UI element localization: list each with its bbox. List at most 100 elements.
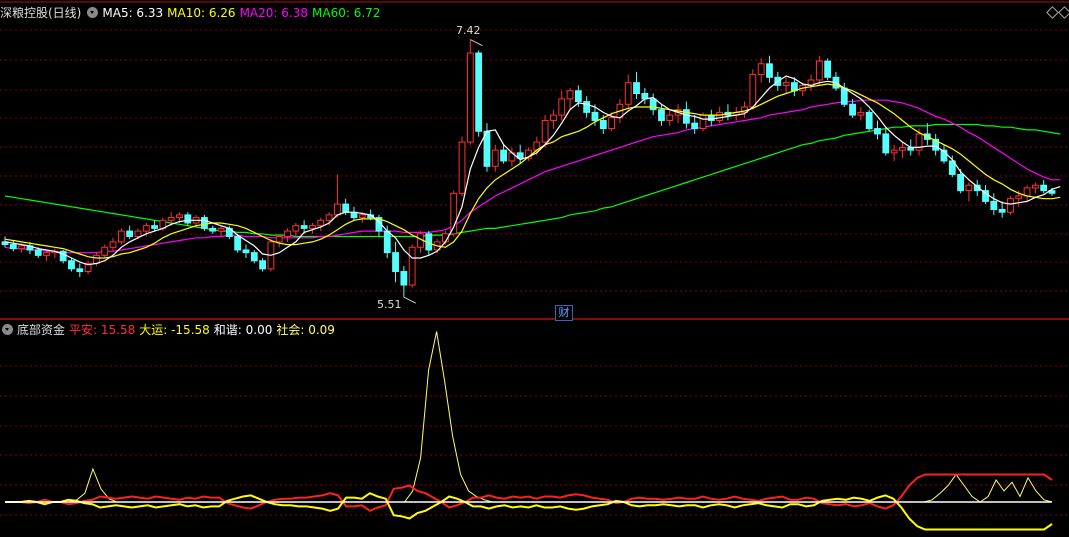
candle-body [309,225,316,229]
stock-title: 深粮控股(日线) [0,6,82,20]
candlesticks [1,39,1056,298]
candlestick [184,212,192,226]
candle-body [325,214,333,221]
candlestick [832,71,840,91]
candlestick [292,222,300,237]
indicator-lines [5,331,1053,531]
candle-body [201,217,208,229]
candle-body [599,119,607,130]
candlestick [566,88,574,110]
candle-body [865,111,873,130]
candle-body [76,268,84,273]
candle-body [142,225,150,232]
candle-body [458,141,466,194]
indicator-title: 底部资金 [17,323,66,337]
candlestick [417,231,424,253]
candle-body [342,203,350,213]
indicator-menu-icon[interactable] [2,324,13,335]
low-price-label: 5.51 [377,298,402,311]
candle-body [583,101,591,113]
ma10-series-line [4,83,1061,259]
candlestick [109,237,117,252]
candle-body [624,82,632,105]
candle-body [874,128,881,135]
candle-body [491,149,499,167]
indicator-menu-icon[interactable] [87,7,99,18]
candlestick [333,174,341,218]
candle-body [849,103,856,116]
candle-body [242,249,250,254]
candlestick [749,69,757,110]
candle-body [840,87,848,105]
chart-canvas [0,1,1069,531]
candlestick [666,109,674,126]
candle-body [259,260,267,270]
candle-body [957,173,965,192]
candle-body [101,246,109,256]
candle-body [466,52,474,143]
candle-body [899,146,906,151]
high-price-pointer [470,39,483,46]
candle-body [766,63,773,78]
candlestick [458,136,466,196]
he-xie-value: 和谐: 0.00 [213,323,273,337]
candle-body [998,208,1006,213]
candle-body [250,252,258,262]
candle-body [333,203,341,216]
candle-body [815,60,823,81]
candlestick [990,193,998,215]
ma5-line [4,75,1061,266]
candlestick [998,201,1006,218]
candlestick [309,222,316,234]
candlestick [965,182,973,202]
ma10-line [4,83,1061,259]
sub-header: 底部资金 平安: 15.58 大运: -15.58 和谐: 0.00 社会: 0.09 [0,321,339,339]
candlestick [9,240,17,252]
candle-body [574,90,582,103]
candlestick [1040,179,1048,194]
candlestick [633,71,640,99]
candle-body [167,217,175,221]
candle-body [699,114,707,130]
candlestick [558,90,566,121]
candlestick [824,58,832,80]
candlestick [201,214,208,232]
da-yun-line [5,492,1053,531]
candlestick [583,96,591,118]
candlestick [932,133,940,156]
candlestick [491,144,499,172]
candle-body [1015,195,1023,200]
candle-body [408,246,416,286]
candlestick [284,228,291,242]
candle-body [857,111,865,116]
candle-body [541,119,549,143]
candle-body [558,98,566,116]
candle-body [68,260,75,270]
candle-body [109,241,117,248]
candle-body [43,252,50,256]
candle-body [217,227,225,232]
candle-body [184,214,192,224]
stock-chart-window: 深粮控股(日线) MA5: 6.33 MA10: 6.26 MA20: 6.38 MA6… [0,0,1069,537]
candlestick [516,144,524,164]
candle-body [234,235,242,251]
event-badge[interactable]: 财 [555,305,573,321]
candlestick [126,225,134,240]
candlestick [674,104,682,124]
candlestick [259,258,267,272]
candle-body [666,114,674,121]
candle-body [317,219,325,227]
candle-body [275,235,283,243]
candlestick [250,249,258,264]
candle-body [292,225,300,232]
candle-body [358,214,366,219]
candlestick [400,266,408,298]
candle-body [691,122,699,130]
candlestick [624,74,632,110]
candle-body [716,111,724,121]
candlestick [1007,196,1014,215]
candlestick [375,214,383,237]
candlestick [757,58,765,83]
candle-body [209,227,217,232]
ma60-value: MA60: 6.72 [312,6,381,20]
